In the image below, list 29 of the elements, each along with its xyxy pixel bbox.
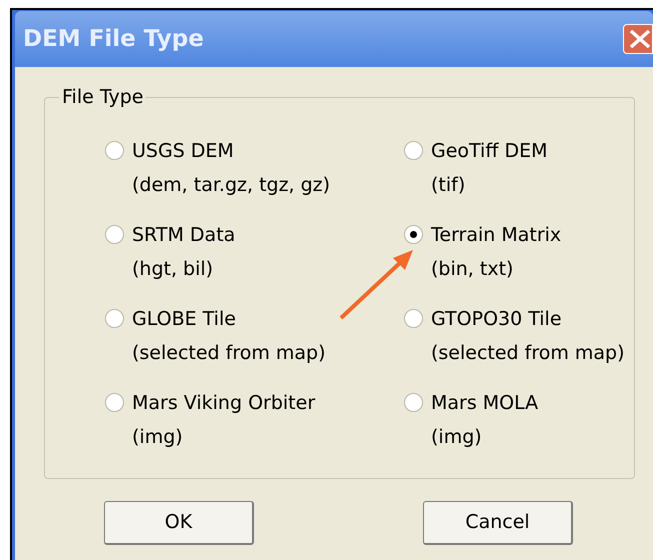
cancel-button[interactable]: Cancel	[423, 501, 573, 545]
option-label[interactable]: GLOBE Tile	[132, 302, 326, 336]
close-icon	[629, 29, 651, 49]
option-extensions: (img)	[431, 425, 483, 450]
radio-button[interactable]	[404, 225, 423, 244]
ok-button[interactable]: OK	[104, 501, 254, 545]
radio-button[interactable]	[105, 393, 124, 412]
option-extensions: (selected from map)	[132, 341, 326, 366]
option-label[interactable]: Mars Viking Orbiter	[132, 386, 316, 420]
window-title: DEM File Type	[23, 24, 204, 54]
radio-button[interactable]	[404, 393, 423, 412]
option-label[interactable]: GTOPO30 Tile	[431, 302, 625, 336]
close-button[interactable]	[623, 24, 653, 54]
option-extensions: (dem, tar.gz, tgz, gz)	[132, 173, 330, 198]
option-label[interactable]: Mars MOLA	[431, 386, 538, 420]
option-extensions: (img)	[132, 425, 184, 450]
radio-button[interactable]	[404, 141, 423, 160]
option-extensions: (tif)	[431, 173, 466, 198]
option-extensions: (selected from map)	[431, 341, 625, 366]
option-label[interactable]: GeoTiff DEM	[431, 134, 548, 168]
radio-button[interactable]	[404, 309, 423, 328]
option-label[interactable]: SRTM Data	[132, 218, 236, 252]
option-extensions: (bin, txt)	[431, 257, 514, 282]
option-extensions: (hgt, bil)	[132, 257, 214, 282]
radio-button[interactable]	[105, 309, 124, 328]
option-label[interactable]: USGS DEM	[132, 134, 330, 168]
radio-button[interactable]	[105, 141, 124, 160]
option-label[interactable]: Terrain Matrix	[431, 218, 562, 252]
radio-button[interactable]	[105, 225, 124, 244]
